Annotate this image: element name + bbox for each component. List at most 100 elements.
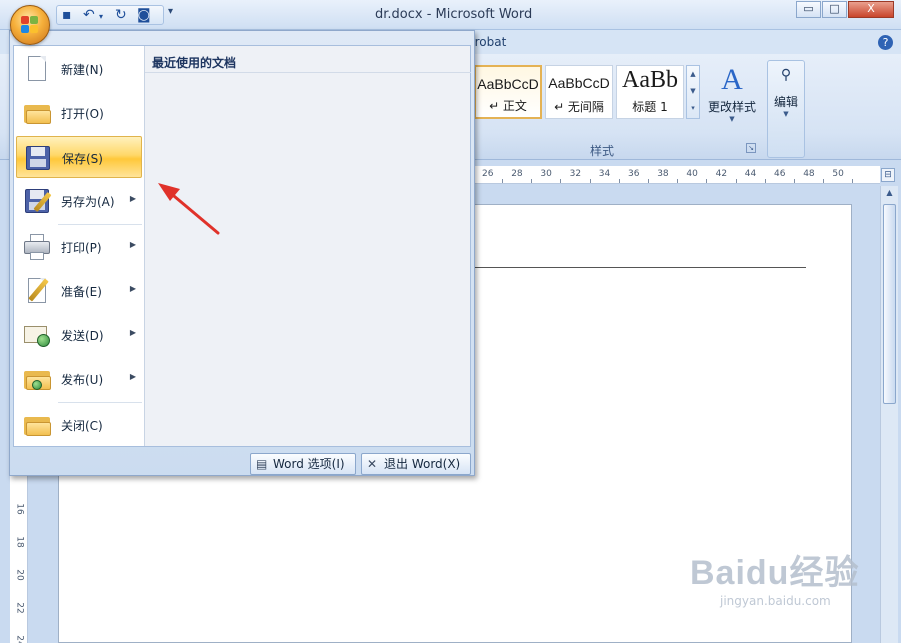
send-icon (23, 321, 51, 349)
ruler-tick (735, 179, 737, 183)
office-button[interactable] (10, 5, 50, 45)
ruler-tick (706, 179, 708, 183)
close-button[interactable]: X (848, 1, 894, 18)
save-icon[interactable]: ▪ (62, 7, 72, 23)
menu-item-label: 保存(S) (62, 152, 103, 166)
watermark-url: jingyan.baidu.com (720, 594, 831, 608)
edit-label: 编辑 (773, 95, 798, 109)
ruler-tick (823, 179, 825, 183)
undo-icon[interactable]: ↶ (83, 7, 95, 23)
menu-item-prepare[interactable]: 准备(E) ▶ (16, 270, 142, 312)
customize-qat-icon[interactable]: ▾ (168, 6, 173, 17)
ruler-number: 30 (540, 169, 552, 179)
ruler-number: 20 (14, 569, 25, 581)
submenu-arrow-icon: ▶ (129, 284, 136, 293)
menu-item-save-as[interactable]: 另存为(A) ▶ (16, 180, 142, 222)
menu-item-label: 准备(E) (61, 285, 102, 299)
chevron-down-icon: ▼ (783, 110, 789, 118)
view-ruler-icon[interactable]: ⊟ (881, 168, 895, 182)
vertical-ruler[interactable]: 16 18 20 22 24 (10, 476, 28, 643)
header-line (474, 267, 806, 268)
new-document-icon (23, 55, 51, 83)
gallery-more-icon[interactable]: ▾ (687, 100, 699, 117)
menu-separator (58, 402, 142, 403)
ruler-number: 46 (774, 169, 786, 179)
ruler-number: 36 (628, 169, 640, 179)
ruler-tick (764, 179, 766, 183)
save-as-icon (23, 187, 52, 215)
style-no-spacing[interactable]: AaBbCcD ↵ 无间隔 (545, 65, 613, 119)
menu-item-print[interactable]: 打印(P) ▶ (16, 226, 142, 268)
ruler-number: 26 (482, 169, 494, 179)
dialog-launcher-icon[interactable]: ↘ (746, 143, 756, 153)
open-folder-icon (23, 99, 51, 127)
annotation-arrow-icon (158, 183, 220, 235)
office-menu: 新建(N) 打开(O) 保存(S) 另存为(A) ▶ 打印(P) ▶ 准备(E)… (9, 30, 475, 476)
edit-group-button[interactable]: ⚲ 编辑 ▼ (767, 60, 805, 158)
style-normal[interactable]: AaBbCcD ↵ 正文 (474, 65, 542, 119)
change-styles-label: 更改样式 (707, 100, 756, 114)
ruler-tick (648, 179, 649, 183)
ruler-number: 44 (744, 169, 757, 179)
ruler-tick (852, 179, 854, 183)
menu-item-label: 打印(P) (61, 241, 102, 255)
style-heading-1[interactable]: AaBb 标题 1 (616, 65, 684, 119)
ruler-tick (560, 179, 562, 183)
quick-access-toolbar: ▪ ↶ ▾ ↻ ◙ (56, 5, 164, 25)
exit-word-label: 退出 Word(X) (384, 457, 461, 471)
print-preview-icon[interactable]: ◙ (137, 7, 151, 23)
styles-gallery-scroll[interactable]: ▲ ▼ ▾ (686, 65, 700, 119)
menu-item-label: 新建(N) (61, 63, 104, 77)
minimize-button[interactable]: ▭ (796, 1, 821, 18)
ruler-number: 38 (657, 169, 669, 179)
menu-item-save[interactable]: 保存(S) (16, 136, 142, 178)
menu-item-open[interactable]: 打开(O) (16, 92, 142, 134)
menu-item-label: 发送(D) (61, 329, 104, 343)
menu-item-label: 另存为(A) (61, 195, 115, 209)
scroll-down-icon[interactable]: ▼ (687, 83, 699, 100)
office-menu-commands: 新建(N) 打开(O) 保存(S) 另存为(A) ▶ 打印(P) ▶ 准备(E)… (14, 46, 144, 446)
menu-item-send[interactable]: 发送(D) ▶ (16, 314, 142, 356)
printer-icon (23, 233, 51, 261)
scrollbar-thumb[interactable] (883, 204, 896, 404)
ruler-number: 48 (803, 169, 815, 179)
save-icon (24, 144, 52, 172)
close-icon: ✕ (367, 457, 378, 471)
style-sample: AaBbCcD (477, 76, 539, 92)
menu-item-new[interactable]: 新建(N) (16, 48, 142, 90)
ruler-tick (677, 179, 679, 183)
options-icon: ▤ (256, 457, 268, 471)
ruler-tick (794, 179, 795, 183)
ruler-number: 22 (14, 602, 25, 614)
watermark-text: Baidu经验 (690, 554, 860, 592)
menu-item-publish[interactable]: 发布(U) ▶ (16, 358, 142, 400)
ruler-number: 16 (14, 503, 25, 515)
maximize-button[interactable]: □ (822, 1, 847, 18)
submenu-arrow-icon: ▶ (129, 194, 136, 203)
ruler-number: 40 (686, 169, 698, 179)
style-sample: AaBbCcD (548, 75, 610, 91)
submenu-arrow-icon: ▶ (129, 328, 136, 337)
undo-dropdown-icon[interactable]: ▾ (99, 9, 103, 25)
ruler-number: 28 (511, 169, 523, 179)
help-icon[interactable]: ? (878, 35, 893, 50)
word-options-button[interactable]: ▤ Word 选项(I) (250, 453, 356, 475)
close-folder-icon (23, 411, 51, 439)
menu-item-close[interactable]: 关闭(C) (16, 404, 142, 446)
change-styles-button[interactable]: A 更改样式 ▼ (703, 62, 761, 123)
exit-word-button[interactable]: ✕ 退出 Word(X) (361, 453, 471, 475)
scroll-up-icon[interactable]: ▲ (883, 188, 896, 202)
ruler-number: 34 (598, 169, 611, 179)
scroll-up-icon[interactable]: ▲ (687, 66, 699, 83)
redo-icon[interactable]: ↻ (115, 7, 127, 23)
vertical-scrollbar[interactable]: ▲ (880, 186, 898, 643)
style-name: ↵ 无间隔 (554, 100, 604, 114)
horizontal-ruler[interactable]: 26 28 30 32 34 36 38 40 42 44 46 48 50 (474, 166, 880, 184)
submenu-arrow-icon: ▶ (129, 372, 136, 381)
change-styles-icon: A (721, 63, 743, 96)
submenu-arrow-icon: ▶ (129, 240, 136, 249)
baidu-watermark: Baidu经验 jingyan.baidu.com (690, 545, 859, 608)
ruler-number: 18 (14, 536, 25, 548)
binoculars-icon: ⚲ (780, 67, 792, 83)
ruler-tick (618, 179, 620, 183)
